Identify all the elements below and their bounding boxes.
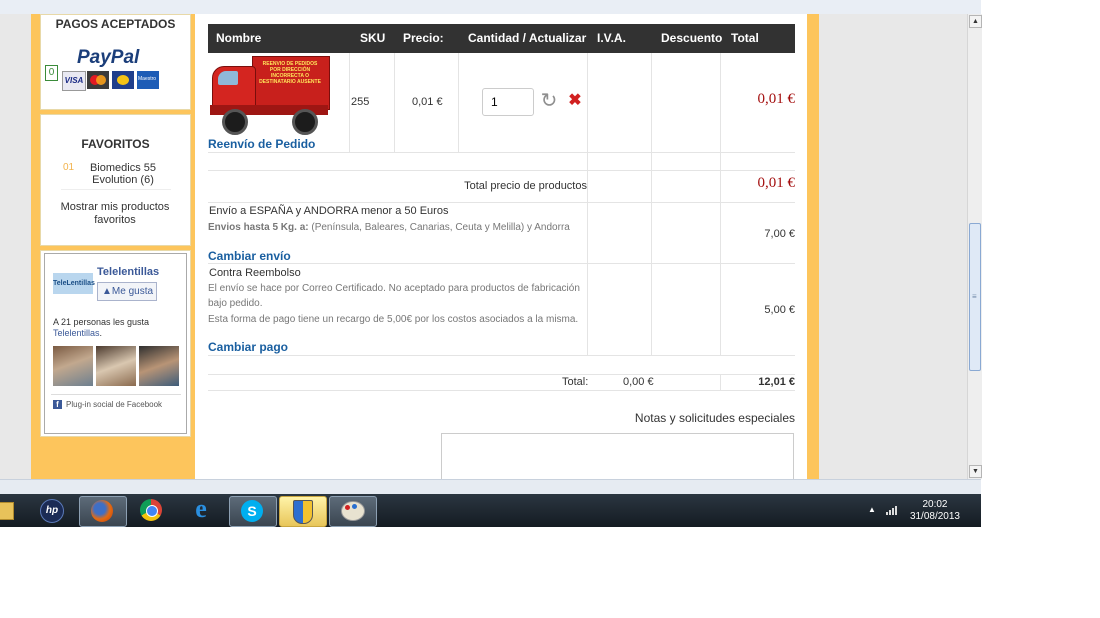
facebook-avatar[interactable] — [139, 346, 179, 386]
favorite-number: 01 — [63, 162, 75, 173]
tray-expand-icon[interactable]: ▲ — [868, 505, 876, 514]
cart-content: Nombre SKU Precio: Cantidad / Actualizar… — [195, 14, 807, 479]
ie-icon[interactable]: e — [179, 496, 225, 525]
network-signal-icon[interactable] — [886, 505, 898, 515]
page-viewport: PAGOS ACEPTADOS PayPal 0 VISA Maestro FA… — [0, 14, 967, 479]
payments-panel: PAGOS ACEPTADOS PayPal 0 VISA Maestro — [40, 14, 191, 110]
product-image[interactable]: REENVIO DE PEDIDOS POR DIRECCIÓN INCORRE… — [208, 55, 330, 135]
clock-time: 20:02 — [922, 499, 948, 510]
favorites-divider — [61, 189, 171, 190]
facebook-plugin-divider — [51, 394, 181, 395]
facebook-avatar[interactable] — [53, 346, 93, 386]
header-total: Total — [731, 31, 759, 45]
totals-total: 12,01 € — [758, 376, 795, 388]
notes-label: Notas y solicitudes especiales — [634, 411, 795, 425]
scroll-down-arrow-icon[interactable]: ▼ — [969, 465, 982, 478]
mastercard-icon — [87, 71, 109, 89]
paypal-badge: 0 — [45, 65, 58, 81]
facebook-icon: f — [53, 400, 62, 409]
vertical-scrollbar[interactable]: ▲ ≡ ▼ — [967, 14, 982, 479]
subtotal-label: Total precio de productos — [464, 180, 587, 192]
facebook-page-name[interactable]: Telelentillas — [97, 266, 159, 278]
payment-title: Contra Reembolso — [209, 267, 301, 279]
favorites-title: FAVORITOS — [81, 137, 150, 151]
totals-label: Total: — [562, 376, 589, 388]
delete-icon[interactable]: ✖ — [568, 92, 582, 110]
header-cantidad: Cantidad / Actualizar — [468, 31, 587, 45]
clock-date: 31/08/2013 — [909, 511, 960, 522]
header-nombre: Nombre — [216, 31, 262, 45]
facebook-like-button[interactable]: ▲Me gusta — [97, 282, 157, 301]
facebook-likes-link[interactable]: Telelentillas — [53, 328, 100, 338]
header-descuento: Descuento — [661, 31, 723, 45]
visa-card-icon: VISA — [62, 71, 86, 91]
shipping-cost: 7,00 € — [764, 228, 795, 240]
payment-desc-1: El envío se hace por Correo Certificado.… — [208, 283, 580, 294]
payment-cost: 5,00 € — [764, 304, 795, 316]
product-price: 0,01 € — [412, 96, 443, 108]
maestro-card-icon: Maestro — [137, 71, 159, 89]
favorites-panel: FAVORITOS 01 Biomedics 55 Evolution (6) … — [40, 114, 191, 246]
truck-cargo-text: REENVIO DE PEDIDOS POR DIRECCIÓN INCORRE… — [259, 61, 321, 85]
payment-desc-3: Esta forma de pago tiene un recargo de 5… — [208, 314, 579, 325]
facebook-plugin-label: f Plug-in social de Facebook — [53, 400, 162, 409]
show-favorites-link[interactable]: Mostrar mis productos favoritos — [57, 201, 173, 227]
product-name-link[interactable]: Reenvío de Pedido — [208, 137, 315, 151]
telelentillas-logo: TeleLentillas — [53, 273, 95, 294]
hp-icon[interactable]: hp — [30, 496, 76, 525]
totals-iva: 0,00 € — [623, 376, 654, 388]
paint-icon[interactable] — [329, 496, 377, 527]
change-shipping-link[interactable]: Cambiar envío — [208, 249, 291, 263]
system-clock[interactable]: 20:02 31/08/2013 — [910, 499, 960, 523]
subtotal-value: 0,01 € — [757, 175, 796, 191]
payment-desc-2: bajo pedido. — [208, 298, 263, 309]
cart-table-header: Nombre SKU Precio: Cantidad / Actualizar… — [208, 24, 795, 53]
facebook-panel: TeleLentillas Telelentillas ▲Me gusta A … — [40, 250, 191, 437]
truck-wheel — [222, 109, 248, 135]
header-sku: SKU — [360, 31, 386, 45]
shipping-detail: Envios hasta 5 Kg. a: (Península, Balear… — [208, 222, 570, 233]
truck-window — [218, 71, 238, 85]
skype-icon[interactable]: S — [229, 496, 277, 527]
windows-taskbar: hp e S ▲ 20:02 31/08/2013 — [0, 494, 981, 527]
notes-textarea[interactable] — [441, 433, 794, 479]
security-shield-icon[interactable] — [279, 496, 327, 527]
shipping-title: Envío a ESPAÑA y ANDORRA menor a 50 Euro… — [209, 205, 449, 217]
facebook-like-box: TeleLentillas Telelentillas ▲Me gusta A … — [44, 253, 187, 434]
product-total: 0,01 € — [757, 91, 796, 107]
browser-top-bar — [0, 0, 981, 15]
header-precio: Precio: — [403, 31, 444, 45]
facebook-avatar[interactable] — [96, 346, 136, 386]
chrome-icon[interactable] — [129, 496, 175, 525]
scrollbar-thumb[interactable]: ≡ — [969, 223, 981, 371]
payments-title: PAGOS ACEPTADOS — [55, 17, 176, 31]
paypal-logo: PayPal — [77, 47, 140, 68]
favorite-name[interactable]: Biomedics 55 Evolution (6) — [83, 162, 163, 186]
browser-bottom-strip — [0, 479, 981, 495]
card-icons: VISA Maestro — [62, 71, 160, 91]
truck-wheel — [292, 109, 318, 135]
quantity-input[interactable] — [482, 88, 534, 116]
scroll-up-arrow-icon[interactable]: ▲ — [969, 15, 982, 28]
header-iva: I.V.A. — [597, 31, 626, 45]
facebook-likes-text: A 21 personas les gusta Telelentillas. — [53, 317, 150, 338]
card-icon-blue — [112, 71, 134, 89]
refresh-icon[interactable]: ↻ — [539, 91, 559, 111]
scrollbar-grip-icon: ≡ — [972, 292, 977, 301]
product-sku: 255 — [351, 96, 370, 108]
right-column-background — [807, 14, 819, 479]
change-payment-link[interactable]: Cambiar pago — [208, 340, 288, 354]
thumbs-up-icon: ▲ — [102, 286, 112, 297]
firefox-icon[interactable] — [79, 496, 127, 527]
